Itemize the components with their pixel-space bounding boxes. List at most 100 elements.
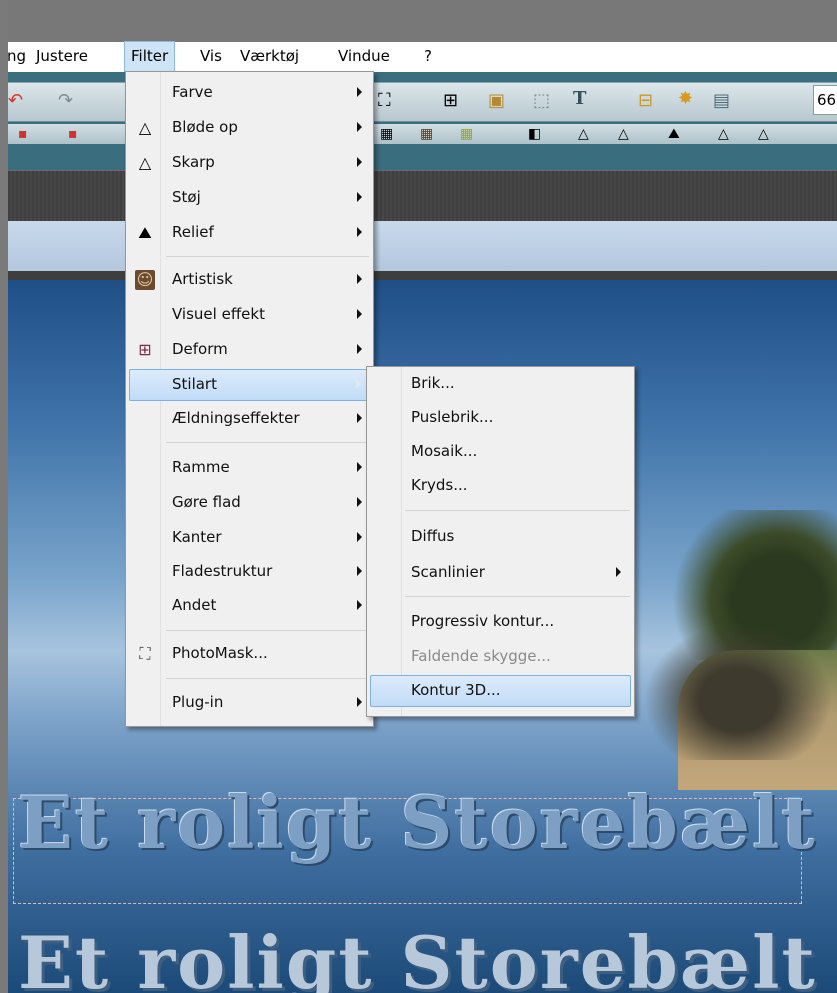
filter-item-artistisk[interactable]: ☺ Artistisk xyxy=(129,265,370,295)
menu-label: Fladestruktur xyxy=(172,562,273,580)
filter-item-bloede-op[interactable]: △ Bløde op xyxy=(129,113,370,143)
stilart-item-puslebrik[interactable]: Puslebrik... xyxy=(370,403,631,433)
redo-icon[interactable]: ↷ xyxy=(58,91,73,111)
filter-item-andet[interactable]: Andet xyxy=(129,591,370,621)
tile-icon[interactable]: ▦ xyxy=(420,124,433,144)
filter-item-plug-in[interactable]: Plug-in xyxy=(129,688,370,718)
filter-item-stilart[interactable]: Stilart xyxy=(129,369,370,401)
color-minus-icon[interactable]: ▪ xyxy=(18,124,28,144)
stilart-item-kryds[interactable]: Kryds... xyxy=(370,471,631,501)
menu-label: Mosaik... xyxy=(411,442,478,460)
stilart-submenu: Brik... Puslebrik... Mosaik... Kryds... … xyxy=(366,366,635,717)
filter-item-stoej[interactable]: Støj xyxy=(129,183,370,213)
submenu-arrow-icon xyxy=(357,157,362,167)
submenu-arrow-icon xyxy=(357,309,362,319)
rocks xyxy=(628,610,837,760)
filter-item-ramme[interactable]: Ramme xyxy=(129,453,370,483)
menu-label: Kanter xyxy=(172,528,222,546)
title-bar xyxy=(0,0,837,42)
menu-label: Plug-in xyxy=(172,693,224,711)
filter-item-aeldningseffekter[interactable]: Ældningseffekter xyxy=(129,404,370,434)
layers-icon[interactable]: ⊟ xyxy=(638,91,653,111)
menu-bar: ng Justere Filter Vis Værktøj Vindue ? xyxy=(7,41,837,73)
color-plus-icon[interactable]: ▪ xyxy=(68,124,78,144)
menu-label: Diffus xyxy=(411,527,455,545)
menu-label: Puslebrik... xyxy=(411,408,494,426)
submenu-arrow-icon xyxy=(357,462,362,472)
submenu-arrow-icon xyxy=(356,379,361,389)
photomask-tool-icon[interactable]: ⛶ xyxy=(378,91,391,111)
blur-drop-icon[interactable]: △ xyxy=(578,124,589,144)
frame-tool-icon[interactable]: ▣ xyxy=(488,91,505,111)
window-icon[interactable]: ▤ xyxy=(713,91,730,111)
canvas-text-line-2[interactable]: Et roligt Storebælt xyxy=(18,920,817,993)
filter-item-deform[interactable]: ⊞ Deform xyxy=(129,335,370,365)
stilart-item-brik[interactable]: Brik... xyxy=(370,369,631,399)
filter-item-skarp[interactable]: △ Skarp xyxy=(129,148,370,178)
menu-separator xyxy=(405,596,630,597)
stilart-item-scanlinier[interactable]: Scanlinier xyxy=(370,558,631,588)
filter-item-relief[interactable]: ⛰ Relief xyxy=(129,218,370,248)
filter-item-kanter[interactable]: Kanter xyxy=(129,523,370,553)
grid-icon: ⊞ xyxy=(138,340,152,359)
submenu-arrow-icon xyxy=(357,122,362,132)
canvas-text-line-1[interactable]: Et roligt Storebælt xyxy=(18,780,817,865)
contrast-icon[interactable]: ◧ xyxy=(528,124,541,144)
plugin-icon[interactable]: ✸ xyxy=(678,89,693,109)
text-tool-icon[interactable]: T xyxy=(573,89,586,109)
filter-item-visuel-effekt[interactable]: Visuel effekt xyxy=(129,300,370,330)
photomask-icon: ⛶ xyxy=(139,644,151,663)
sharpen-icon[interactable]: △ xyxy=(718,124,729,144)
stilart-item-faldende-skygge: Faldende skygge... xyxy=(370,642,631,672)
menu-separator xyxy=(166,442,369,443)
triangle-icon: △ xyxy=(138,153,152,172)
menu-label: Faldende skygge... xyxy=(411,647,551,665)
menu-label: Brik... xyxy=(411,374,455,392)
stilart-item-progressiv-kontur[interactable]: Progressiv kontur... xyxy=(370,607,631,637)
filter-item-farve[interactable]: Farve xyxy=(129,78,370,108)
submenu-arrow-icon xyxy=(357,532,362,542)
submenu-arrow-icon xyxy=(357,274,362,284)
menu-label: Ramme xyxy=(172,458,230,476)
sharpen-more-icon[interactable]: △ xyxy=(758,124,769,144)
stilart-item-diffus[interactable]: Diffus xyxy=(370,522,631,552)
menu-item-justere[interactable]: Justere xyxy=(36,42,88,72)
menu-item-filter[interactable]: Filter xyxy=(123,41,176,73)
menu-separator xyxy=(166,678,369,679)
submenu-arrow-icon xyxy=(357,87,362,97)
submenu-arrow-icon xyxy=(357,600,362,610)
menu-label: Skarp xyxy=(172,153,215,171)
menu-label: Farve xyxy=(172,83,213,101)
filter-item-goere-flad[interactable]: Gøre flad xyxy=(129,488,370,518)
menu-item-help[interactable]: ? xyxy=(424,42,432,72)
blur-more-icon[interactable]: △ xyxy=(618,124,629,144)
submenu-arrow-icon xyxy=(357,566,362,576)
menu-label: Visuel effekt xyxy=(172,305,265,323)
menu-label: Kontur 3D... xyxy=(411,681,501,699)
undo-icon[interactable]: ↶ xyxy=(8,91,23,111)
menu-item-redigering[interactable]: ng xyxy=(7,42,26,72)
filter-item-photomask[interactable]: ⛶ PhotoMask... xyxy=(129,639,370,669)
selection-icon[interactable]: ⬚ xyxy=(533,91,550,111)
zoom-field[interactable]: 66 xyxy=(813,85,837,115)
portrait-icon: ☺ xyxy=(135,270,155,290)
submenu-arrow-icon xyxy=(357,697,362,707)
menu-item-vis[interactable]: Vis xyxy=(200,42,222,72)
filter-item-fladestruktur[interactable]: Fladestruktur xyxy=(129,557,370,587)
menu-label: Artistisk xyxy=(172,270,233,288)
stilart-item-kontur-3d[interactable]: Kontur 3D... xyxy=(370,675,631,707)
menu-label: Andet xyxy=(172,596,217,614)
menu-label: Kryds... xyxy=(411,476,468,494)
submenu-arrow-icon xyxy=(357,344,362,354)
submenu-arrow-icon xyxy=(357,192,362,202)
mosaic-icon[interactable]: ▦ xyxy=(380,124,393,144)
menu-item-vindue[interactable]: Vindue xyxy=(338,42,390,72)
emboss-icon[interactable]: ⛰ xyxy=(668,124,680,144)
portrait-tool-icon[interactable]: ⊞ xyxy=(443,91,458,111)
grid-filter-icon[interactable]: ▦ xyxy=(460,124,473,144)
drop-icon: △ xyxy=(138,118,152,137)
menu-separator xyxy=(166,256,369,257)
stilart-item-mosaik[interactable]: Mosaik... xyxy=(370,437,631,467)
menu-separator xyxy=(405,510,630,511)
menu-item-vaerktoej[interactable]: Værktøj xyxy=(240,42,299,72)
